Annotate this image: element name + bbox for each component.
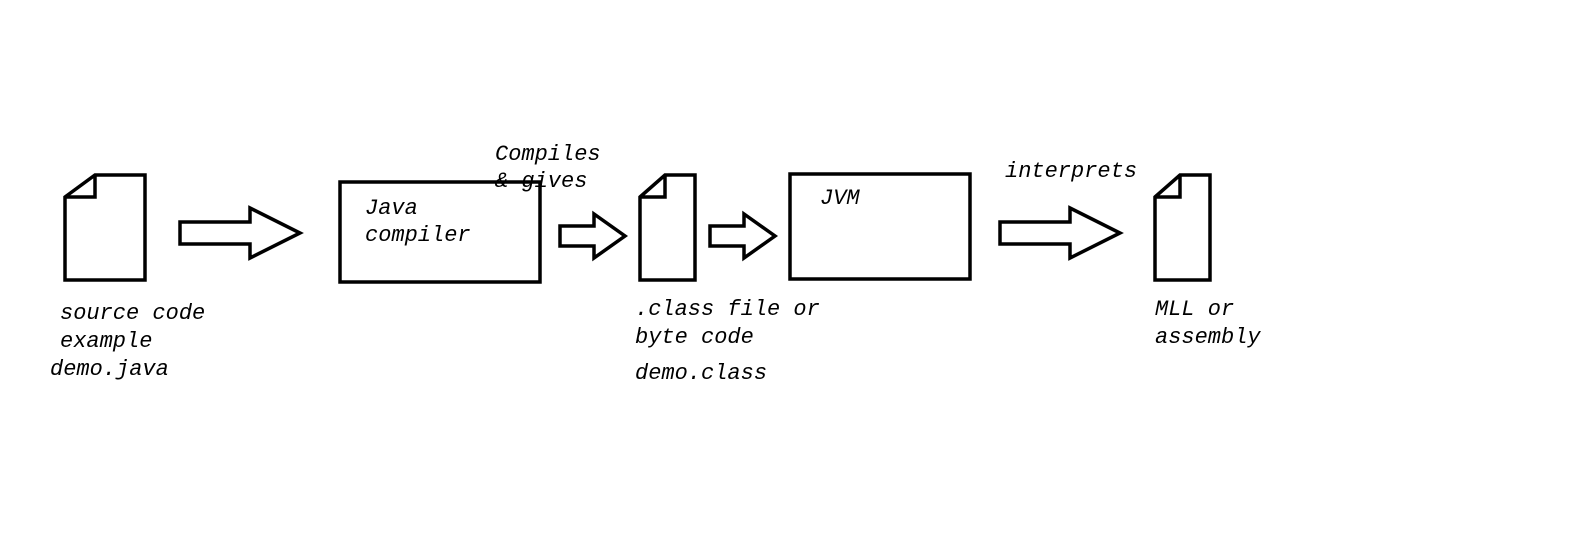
source-caption-2: example xyxy=(60,328,152,356)
arrow-compiler-to-classfile xyxy=(560,214,625,258)
arrow2-label-1: Compiles xyxy=(495,141,601,169)
output-file-icon xyxy=(1155,175,1210,280)
output-caption-1: MLL or xyxy=(1155,296,1234,324)
classfile-caption-1: .class file or xyxy=(635,296,820,324)
classfile-caption-2: byte code xyxy=(635,324,754,352)
class-file-icon xyxy=(640,175,695,280)
jvm-label: JVM xyxy=(820,185,860,213)
arrow2-label-2: & gives xyxy=(495,168,587,196)
source-file-icon xyxy=(65,175,145,280)
classfile-caption-3: demo.class xyxy=(635,360,767,388)
arrow-classfile-to-jvm xyxy=(710,214,775,258)
jvm-box xyxy=(790,174,970,279)
source-caption-1: source code xyxy=(60,300,205,328)
output-caption-2: assembly xyxy=(1155,324,1261,352)
arrow4-label: interprets xyxy=(1005,158,1137,186)
arrow-jvm-to-output xyxy=(1000,208,1120,258)
arrow-source-to-compiler xyxy=(180,208,300,258)
compiler-label-2: compiler xyxy=(365,222,471,250)
compiler-label-1: Java xyxy=(365,195,418,223)
source-caption-3: demo.java xyxy=(50,356,169,384)
